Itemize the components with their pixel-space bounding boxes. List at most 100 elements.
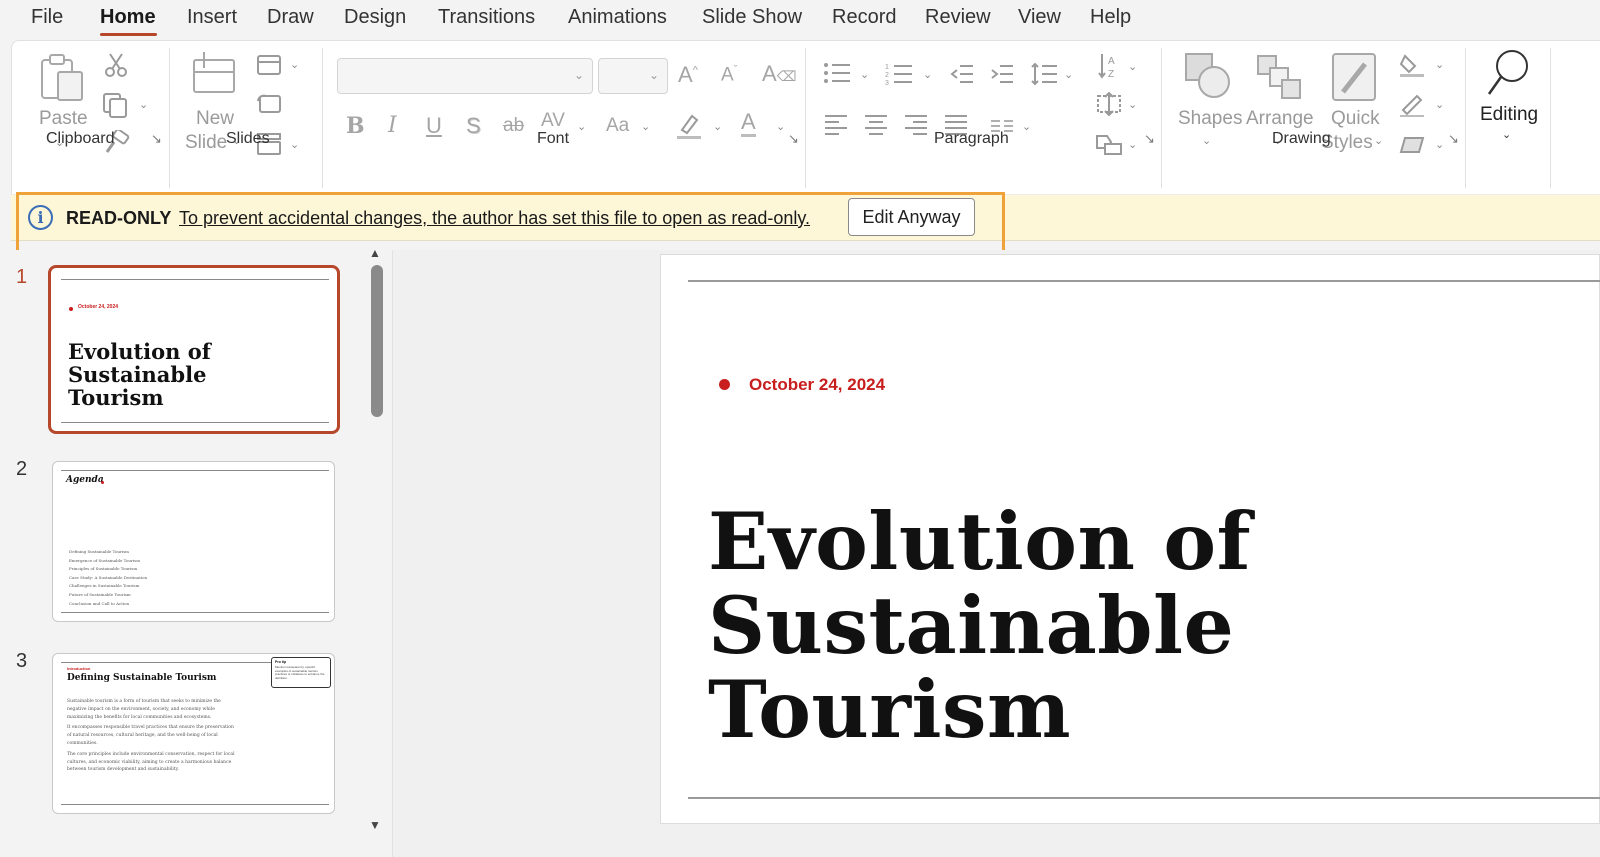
edit-anyway-button[interactable]: Edit Anyway bbox=[848, 198, 975, 236]
shapes-chevron-icon[interactable]: ⌄ bbox=[1202, 134, 1211, 147]
scrollbar-thumb[interactable] bbox=[371, 265, 383, 417]
highlight-icon[interactable] bbox=[676, 112, 702, 140]
group-divider bbox=[169, 48, 170, 188]
decrease-indent-icon[interactable] bbox=[950, 64, 974, 84]
menu-bar: File Home Insert Draw Design Transitions… bbox=[0, 0, 1600, 38]
bold-icon[interactable]: B bbox=[346, 113, 365, 139]
group-divider bbox=[1161, 48, 1162, 188]
paragraph-launcher-icon[interactable]: ↘ bbox=[1144, 131, 1155, 147]
text-direction-chevron-icon[interactable]: ⌄ bbox=[1128, 60, 1137, 73]
drawing-launcher-icon[interactable]: ↘ bbox=[1448, 131, 1459, 147]
layout-icon[interactable] bbox=[257, 55, 281, 75]
numbering-icon[interactable]: 123 bbox=[885, 62, 913, 86]
numbering-chevron-icon[interactable]: ⌄ bbox=[923, 68, 932, 81]
shapes-label: Shapes bbox=[1178, 108, 1243, 129]
smartart-chevron-icon[interactable]: ⌄ bbox=[1128, 138, 1137, 151]
font-launcher-icon[interactable]: ↘ bbox=[788, 131, 799, 147]
new-slide-label-line1: New bbox=[196, 108, 235, 129]
menu-animations[interactable]: Animations bbox=[568, 6, 667, 29]
align-left-icon[interactable] bbox=[824, 114, 848, 136]
grow-font-icon[interactable]: A^ bbox=[678, 62, 698, 88]
line-spacing-icon[interactable] bbox=[1030, 62, 1058, 86]
align-text-icon[interactable] bbox=[1096, 92, 1122, 116]
editing-label[interactable]: Editing bbox=[1480, 104, 1538, 126]
shapes-icon[interactable] bbox=[1184, 52, 1232, 100]
shrink-font-icon[interactable]: Aˇ bbox=[721, 64, 737, 86]
cut-icon[interactable] bbox=[104, 52, 128, 78]
banner-message-link[interactable]: To prevent accidental changes, the autho… bbox=[179, 208, 810, 229]
slide-top-rule bbox=[688, 280, 1600, 282]
arrange-icon[interactable] bbox=[1256, 54, 1302, 100]
svg-text:1: 1 bbox=[885, 64, 889, 71]
columns-chevron-icon[interactable]: ⌄ bbox=[1022, 120, 1031, 133]
thumb-agenda-list: Defining Sustainable Tourism Emergence o… bbox=[69, 549, 148, 606]
font-color-chevron-icon[interactable]: ⌄ bbox=[776, 120, 785, 133]
menu-insert[interactable]: Insert bbox=[187, 6, 237, 29]
font-size-combo[interactable]: ⌄ bbox=[598, 58, 668, 94]
thumb-slide-title: Defining Sustainable Tourism bbox=[67, 673, 217, 683]
shape-effects-icon[interactable] bbox=[1399, 134, 1425, 156]
copy-chevron-icon[interactable]: ⌄ bbox=[139, 98, 148, 111]
highlight-chevron-icon[interactable]: ⌄ bbox=[713, 120, 722, 133]
search-icon[interactable] bbox=[1486, 48, 1532, 98]
shape-fill-chevron-icon[interactable]: ⌄ bbox=[1435, 58, 1444, 71]
align-right-icon[interactable] bbox=[904, 114, 928, 136]
section-chevron-icon[interactable]: ⌄ bbox=[290, 138, 299, 151]
clipboard-group-label: Clipboard bbox=[46, 130, 115, 147]
italic-icon[interactable]: I bbox=[388, 113, 397, 138]
align-text-chevron-icon[interactable]: ⌄ bbox=[1128, 98, 1137, 111]
reset-slide-icon[interactable] bbox=[257, 93, 281, 113]
smartart-icon[interactable] bbox=[1095, 134, 1123, 156]
change-case-icon[interactable]: Aa bbox=[606, 115, 629, 137]
bullets-icon[interactable] bbox=[823, 62, 851, 84]
scroll-down-icon[interactable]: ▼ bbox=[369, 818, 381, 832]
editing-chevron-icon[interactable]: ⌄ bbox=[1502, 128, 1511, 141]
menu-help[interactable]: Help bbox=[1090, 6, 1131, 29]
shape-effects-chevron-icon[interactable]: ⌄ bbox=[1435, 138, 1444, 151]
align-center-icon[interactable] bbox=[864, 114, 888, 136]
quick-styles-icon[interactable] bbox=[1331, 52, 1377, 102]
layout-chevron-icon[interactable]: ⌄ bbox=[290, 58, 299, 71]
shape-outline-chevron-icon[interactable]: ⌄ bbox=[1435, 98, 1444, 111]
shape-fill-icon[interactable] bbox=[1399, 52, 1425, 78]
clipboard-launcher-icon[interactable]: ↘ bbox=[151, 131, 162, 147]
menu-review[interactable]: Review bbox=[925, 6, 991, 29]
slide-title[interactable]: Evolution of Sustainable Tourism bbox=[708, 500, 1251, 752]
svg-text:3: 3 bbox=[885, 80, 889, 86]
menu-file[interactable]: File bbox=[31, 6, 63, 29]
strikethrough-icon[interactable]: ab bbox=[503, 115, 524, 137]
slide-thumbnail-3[interactable]: Introduction Defining Sustainable Touris… bbox=[52, 653, 335, 814]
menu-home[interactable]: Home bbox=[100, 6, 156, 29]
slides-group-label: Slides bbox=[226, 130, 270, 147]
line-spacing-chevron-icon[interactable]: ⌄ bbox=[1064, 68, 1073, 81]
font-name-combo[interactable]: ⌄ bbox=[337, 58, 593, 94]
paste-button[interactable] bbox=[38, 52, 86, 104]
menu-transitions[interactable]: Transitions bbox=[438, 6, 535, 29]
underline-icon[interactable]: U bbox=[426, 113, 442, 139]
slide-number: 3 bbox=[16, 650, 28, 672]
text-direction-icon[interactable]: AZ bbox=[1097, 52, 1121, 80]
new-slide-icon[interactable] bbox=[190, 50, 238, 98]
thumb-body: Sustainable tourism is a form of tourism… bbox=[67, 699, 235, 773]
shape-outline-icon[interactable] bbox=[1399, 92, 1425, 118]
increase-indent-icon[interactable] bbox=[990, 64, 1014, 84]
menu-design[interactable]: Design bbox=[344, 6, 406, 29]
copy-icon[interactable] bbox=[102, 92, 130, 118]
spacing-chevron-icon[interactable]: ⌄ bbox=[577, 120, 586, 133]
menu-slide-show[interactable]: Slide Show bbox=[702, 6, 802, 29]
clear-formatting-icon[interactable]: A⌫ bbox=[762, 61, 796, 87]
bullets-chevron-icon[interactable]: ⌄ bbox=[860, 68, 869, 81]
scroll-up-icon[interactable]: ▲ bbox=[369, 246, 381, 260]
slide-date[interactable]: October 24, 2024 bbox=[749, 375, 885, 395]
font-color-icon[interactable]: A bbox=[741, 110, 756, 137]
thumb-title: Evolution of Sustainable Tourism bbox=[68, 339, 211, 410]
menu-draw[interactable]: Draw bbox=[267, 6, 314, 29]
character-spacing-icon[interactable]: AV bbox=[541, 110, 565, 132]
slide-thumbnail-1[interactable]: October 24, 2024 Evolution of Sustainabl… bbox=[48, 265, 340, 434]
quick-styles-chevron-icon[interactable]: ⌄ bbox=[1374, 134, 1383, 147]
slide-thumbnail-2[interactable]: Agenda Defining Sustainable Tourism Emer… bbox=[52, 461, 335, 622]
menu-view[interactable]: View bbox=[1018, 6, 1061, 29]
case-chevron-icon[interactable]: ⌄ bbox=[641, 120, 650, 133]
text-shadow-icon[interactable]: S bbox=[466, 113, 481, 139]
menu-record[interactable]: Record bbox=[832, 6, 896, 29]
